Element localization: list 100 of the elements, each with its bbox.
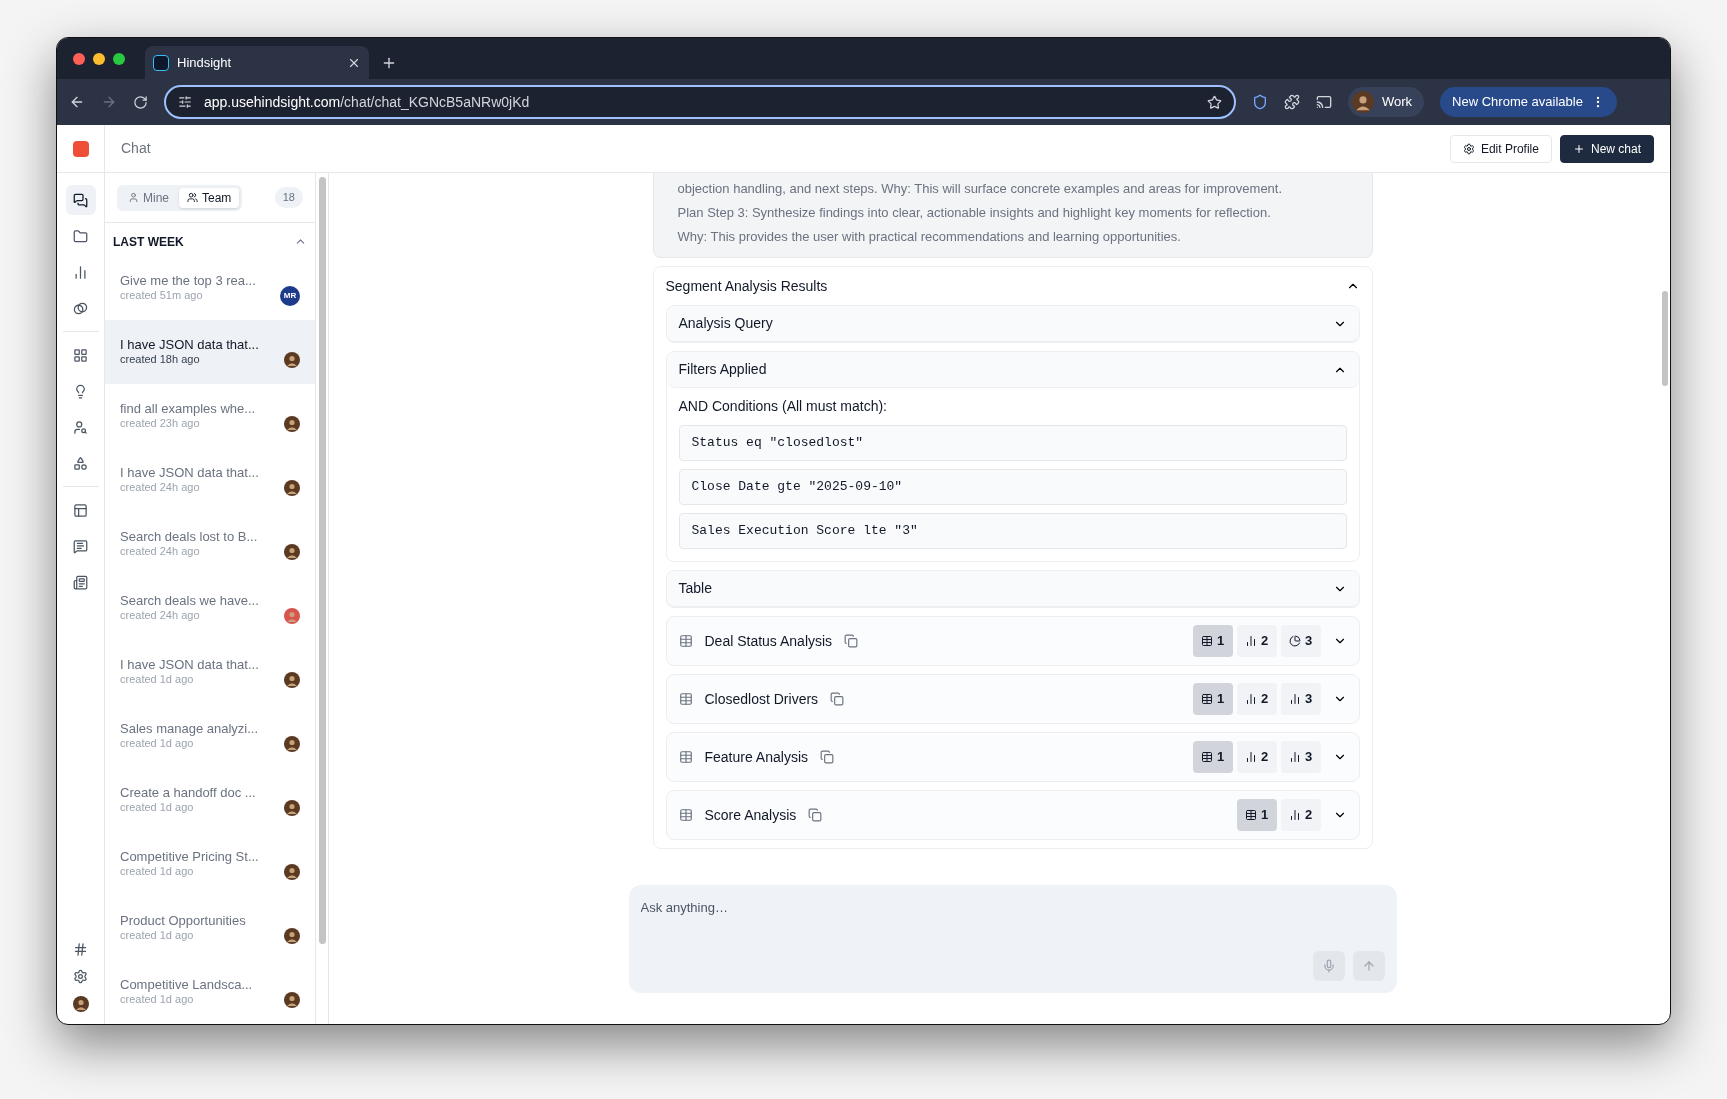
new-tab-icon[interactable] — [381, 55, 397, 71]
analysis-title: Feature Analysis — [704, 747, 808, 767]
bar-chart-icon — [1288, 693, 1301, 705]
scope-tab[interactable]: Mine — [120, 187, 177, 208]
view-toggle[interactable]: 2 — [1236, 683, 1277, 715]
chat-meta: created 18h ago — [120, 353, 201, 367]
copy-icon[interactable] — [844, 634, 859, 648]
bar-chart-icon — [1244, 751, 1257, 763]
scope-tab[interactable]: Team — [179, 187, 240, 208]
profile-button[interactable]: Work — [1348, 87, 1425, 117]
page-title: Chat — [121, 139, 152, 158]
analysis-title: Closedlost Drivers — [704, 689, 819, 709]
microphone-icon — [1321, 959, 1336, 973]
table-icon — [678, 808, 693, 822]
user-search-icon — [73, 419, 88, 435]
maximize-window-icon[interactable] — [113, 52, 125, 65]
avatar: MR — [280, 286, 300, 306]
chat-item[interactable]: I have JSON data that... created 1d ago — [105, 640, 315, 704]
accordion-header[interactable]: Table — [666, 571, 1359, 607]
chat-title: find all examples whe... — [120, 401, 257, 418]
chat-meta: created 23h ago — [120, 417, 201, 431]
reasoning-text: Plan Step 3: Synthesize findings into clear, actionable insights and highlight key moments for reflection. — [677, 204, 1272, 222]
chat-title: Competitive Landsca... — [120, 977, 254, 994]
view-toggle[interactable]: 2 — [1236, 741, 1277, 773]
bookmark-icon[interactable] — [1207, 94, 1222, 110]
table-icon — [1200, 635, 1213, 647]
view-toggle[interactable]: 3 — [1280, 741, 1321, 773]
shapes-icon — [73, 455, 88, 471]
minimize-window-icon[interactable] — [93, 52, 105, 65]
view-toggle[interactable]: 3 — [1280, 625, 1321, 657]
chat-item[interactable]: Product Opportunities created 1d ago — [105, 896, 315, 960]
chat-item[interactable]: I have JSON data that... created 18h ago — [105, 320, 315, 384]
chat-title: Give me the top 3 rea... — [120, 273, 257, 290]
chat-item[interactable]: Give me the top 3 rea... created 51m ago MR — [105, 256, 315, 320]
view-toggle[interactable]: 1 — [1236, 799, 1277, 831]
new-chat-button[interactable]: New chat — [1559, 134, 1654, 163]
chat-item[interactable]: Search deals lost to B... created 24h ago — [105, 512, 315, 576]
table-icon — [1244, 809, 1257, 821]
scrollbar[interactable] — [318, 177, 326, 944]
back-icon[interactable] — [69, 94, 85, 110]
extensions-icon[interactable] — [1284, 94, 1300, 110]
forward-icon[interactable] — [101, 94, 117, 110]
site-info-icon[interactable] — [178, 95, 192, 109]
copy-icon[interactable] — [820, 750, 834, 764]
chat-title: Search deals we have... — [120, 593, 260, 610]
address-bar[interactable]: app.usehindsight.com/chat/chat_KGNcB5aNRw0jKd — [164, 85, 1236, 119]
analysis-title: Score Analysis — [704, 805, 797, 825]
chat-item[interactable]: find all examples whe... created 23h ago — [105, 384, 315, 448]
chat-item[interactable]: I have JSON data that... created 24h ago — [105, 448, 315, 512]
analysis-title: Deal Status Analysis — [704, 631, 833, 651]
edit-profile-button[interactable]: Edit Profile — [1449, 134, 1552, 163]
view-toggle[interactable]: 2 — [1280, 799, 1321, 831]
avatar — [1352, 91, 1374, 113]
accordion-header[interactable]: Filters Applied — [666, 352, 1359, 388]
table-icon — [678, 750, 693, 764]
chat-item[interactable]: Competitive Pricing St... created 1d ago — [105, 832, 315, 896]
view-toggle[interactable]: 1 — [1192, 741, 1233, 773]
app-logo-icon[interactable] — [72, 140, 89, 157]
view-toggle[interactable]: 1 — [1192, 625, 1233, 657]
bar-chart-icon — [1288, 751, 1301, 763]
view-toggle[interactable]: 1 — [1192, 683, 1233, 715]
avatar[interactable] — [72, 996, 89, 1012]
section-heading: LAST WEEK — [113, 233, 184, 251]
pie-chart-icon — [1288, 635, 1301, 647]
url-text: app.usehindsight.com/chat/chat_KGNcB5aNRw0jKd — [204, 92, 531, 112]
site-logo-icon — [153, 54, 169, 71]
update-button[interactable]: New Chrome available — [1440, 87, 1617, 117]
browser-tab[interactable]: Hindsight — [145, 46, 369, 79]
view-toggle[interactable]: 2 — [1236, 625, 1277, 657]
integrations-icon[interactable] — [73, 942, 88, 957]
bar-chart-icon — [73, 264, 88, 280]
scrollbar[interactable] — [1662, 291, 1668, 386]
nav-item[interactable] — [65, 185, 96, 215]
table-icon — [678, 692, 693, 706]
accordion-header[interactable]: Analysis Query — [666, 306, 1359, 342]
cast-icon[interactable] — [1316, 94, 1332, 110]
chat-meta: created 1d ago — [120, 929, 195, 943]
chat-title: I have JSON data that... — [120, 337, 260, 354]
chat-meta: created 24h ago — [120, 545, 201, 559]
conditions-heading: AND Conditions (All must match): — [678, 397, 888, 416]
view-toggle[interactable]: 3 — [1280, 683, 1321, 715]
chat-item[interactable]: Create a handoff doc ... created 1d ago — [105, 768, 315, 832]
table-icon — [1200, 693, 1213, 705]
chat-title: Product Opportunities — [120, 913, 247, 930]
settings-icon[interactable] — [73, 969, 88, 984]
reload-icon[interactable] — [133, 94, 148, 110]
chat-meta: created 1d ago — [120, 737, 195, 751]
chat-meta: created 24h ago — [120, 609, 201, 623]
shield-icon[interactable] — [1252, 94, 1268, 110]
chat-item[interactable]: Competitive Landsca... created 1d ago — [105, 960, 315, 1024]
copy-icon[interactable] — [830, 692, 845, 706]
chat-title: Competitive Pricing St... — [120, 849, 260, 866]
close-window-icon[interactable] — [73, 52, 85, 65]
chat-item[interactable]: Sales manage analyzi... created 1d ago — [105, 704, 315, 768]
grid-icon — [73, 347, 88, 363]
chat-title: I have JSON data that... — [120, 465, 260, 482]
chat-meta: created 1d ago — [120, 801, 195, 815]
copy-icon[interactable] — [808, 808, 823, 822]
chat-item[interactable]: Search deals we have... created 24h ago — [105, 576, 315, 640]
message-field[interactable]: Ask anything… — [640, 897, 1385, 917]
